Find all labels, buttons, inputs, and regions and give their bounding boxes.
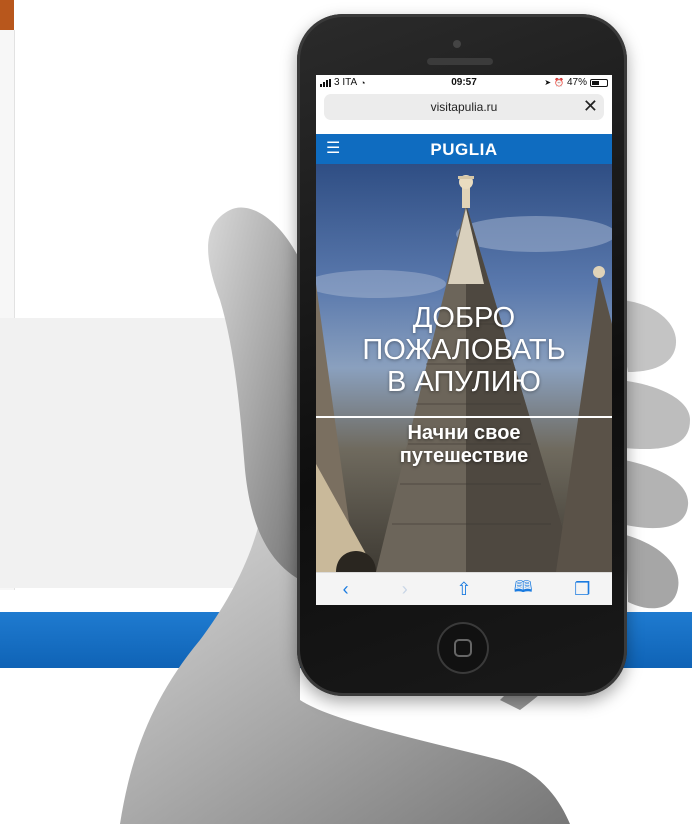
hero-title-line: ПОЖАЛОВАТЬ bbox=[362, 334, 566, 366]
home-button-icon bbox=[454, 639, 472, 657]
site-logo[interactable]: PUGLIA bbox=[316, 140, 612, 160]
status-bar: 3 ITA ◔ 09:57 ➤ ⏰ 47% bbox=[316, 75, 612, 91]
start-journey-link[interactable]: Начни свое путешествие bbox=[316, 422, 612, 468]
phone-camera bbox=[453, 40, 461, 48]
close-icon[interactable]: ✕ bbox=[583, 96, 598, 117]
location-icon: ➤ bbox=[544, 78, 552, 87]
hero-title: ДОБРО ПОЖАЛОВАТЬ В АПУЛИЮ bbox=[316, 302, 612, 398]
phone-speaker bbox=[427, 58, 493, 65]
battery-percent: 47% bbox=[566, 77, 587, 88]
url-text: visitapulia.ru bbox=[430, 100, 498, 114]
safari-toolbar: ‹ › ⇧ 🕮 ❐ bbox=[316, 572, 612, 605]
forward-icon[interactable]: › bbox=[390, 579, 420, 600]
cta-line: Начни свое bbox=[407, 422, 521, 444]
hero-divider bbox=[316, 416, 612, 418]
battery-icon bbox=[590, 78, 608, 87]
bookmarks-icon[interactable]: 🕮 bbox=[508, 576, 538, 603]
cta-line: путешествие bbox=[399, 445, 529, 467]
alarm-icon: ⏰ bbox=[554, 78, 564, 87]
hero-title-line: ДОБРО bbox=[412, 302, 516, 334]
site-header: ☰ PUGLIA bbox=[316, 134, 612, 164]
home-button[interactable] bbox=[437, 622, 489, 674]
address-bar[interactable]: visitapulia.ru ✕ bbox=[324, 94, 604, 120]
back-icon[interactable]: ‹ bbox=[331, 579, 361, 600]
share-icon[interactable]: ⇧ bbox=[449, 579, 479, 600]
phone-screen: 3 ITA ◔ 09:57 ➤ ⏰ 47% visitapulia.ru ✕ ☰… bbox=[316, 75, 612, 605]
hero-title-line: В АПУЛИЮ bbox=[387, 366, 541, 398]
tabs-icon[interactable]: ❐ bbox=[567, 579, 597, 600]
status-right: ➤ ⏰ 47% bbox=[544, 77, 608, 88]
hero-banner: ДОБРО ПОЖАЛОВАТЬ В АПУЛИЮ Начни свое пут… bbox=[316, 164, 612, 572]
